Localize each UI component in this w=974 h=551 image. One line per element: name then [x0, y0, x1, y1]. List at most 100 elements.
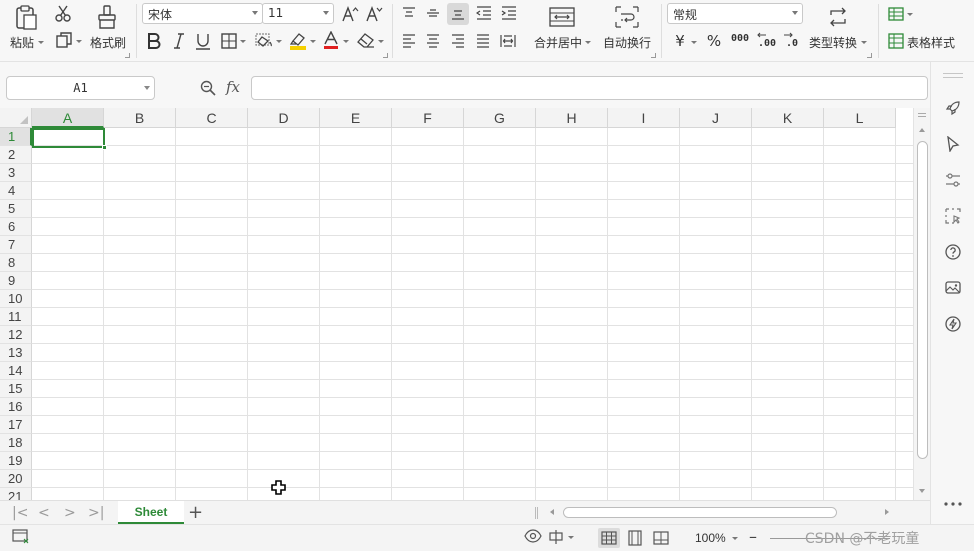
font-launcher-icon[interactable]: [383, 53, 388, 58]
font-color-button[interactable]: [320, 30, 342, 52]
table-style-button[interactable]: [886, 31, 906, 51]
underline-button[interactable]: [192, 30, 214, 52]
increase-indent-button[interactable]: [498, 3, 520, 23]
font-name-select[interactable]: 宋体: [142, 3, 263, 24]
column-header-j[interactable]: J: [680, 108, 752, 128]
number-launcher-icon[interactable]: [867, 53, 872, 58]
copy-button[interactable]: [52, 30, 76, 50]
properties-button[interactable]: [943, 170, 963, 190]
eye-protection-button[interactable]: [524, 529, 542, 543]
increase-font-button[interactable]: [339, 3, 361, 25]
scroll-up-icon[interactable]: [919, 128, 925, 132]
conditional-format-button[interactable]: [886, 4, 906, 24]
row-header-14[interactable]: 14: [0, 362, 32, 380]
row-header-21[interactable]: 21: [0, 488, 32, 500]
align-top-button[interactable]: [398, 3, 420, 23]
clear-format-dropdown-icon[interactable]: [378, 40, 384, 43]
thousands-separator-button[interactable]: 000: [728, 31, 752, 51]
select-objects-button[interactable]: [943, 134, 963, 154]
align-bottom-button[interactable]: [447, 3, 469, 25]
decrease-font-button[interactable]: [363, 3, 385, 25]
formula-input[interactable]: [251, 76, 928, 100]
cut-button[interactable]: [52, 4, 74, 24]
language-button[interactable]: [548, 529, 574, 545]
hscroll-split-handle[interactable]: [535, 507, 538, 519]
column-header-i[interactable]: I: [608, 108, 680, 128]
align-middle-button[interactable]: [422, 3, 444, 23]
highlight-button[interactable]: [286, 30, 310, 52]
row-header-15[interactable]: 15: [0, 380, 32, 398]
zoom-dropdown-icon[interactable]: [732, 537, 738, 540]
column-header-g[interactable]: G: [464, 108, 536, 128]
currency-button[interactable]: ¥: [670, 30, 690, 52]
column-header-a[interactable]: A: [32, 108, 104, 128]
paste-dropdown-icon[interactable]: [38, 41, 44, 44]
row-header-3[interactable]: 3: [0, 164, 32, 182]
clipboard-launcher-icon[interactable]: [125, 53, 130, 58]
row-header-2[interactable]: 2: [0, 146, 32, 164]
row-header-6[interactable]: 6: [0, 218, 32, 236]
row-header-11[interactable]: 11: [0, 308, 32, 326]
vertical-scroll-thumb[interactable]: [917, 141, 928, 459]
last-sheet-icon[interactable]: >|: [88, 505, 104, 521]
add-sheet-button[interactable]: +: [188, 502, 203, 523]
horizontal-scroll-thumb[interactable]: [563, 507, 837, 518]
zoom-level[interactable]: 100%: [695, 531, 726, 545]
row-header-8[interactable]: 8: [0, 254, 32, 272]
column-header-e[interactable]: E: [320, 108, 392, 128]
type-convert-button[interactable]: [824, 4, 852, 30]
row-header-19[interactable]: 19: [0, 452, 32, 470]
row-header-16[interactable]: 16: [0, 398, 32, 416]
fill-handle[interactable]: [102, 145, 107, 150]
paste-button[interactable]: [8, 4, 44, 32]
type-convert-dropdown-icon[interactable]: [861, 41, 867, 44]
bold-button[interactable]: [143, 30, 165, 52]
active-cell-selection[interactable]: [32, 128, 107, 150]
split-handle[interactable]: [918, 113, 926, 114]
first-sheet-icon[interactable]: |<: [12, 505, 28, 521]
vertical-scrollbar[interactable]: [913, 108, 930, 500]
decrease-indent-button[interactable]: [473, 3, 495, 23]
column-header-d[interactable]: D: [248, 108, 320, 128]
language-dropdown-icon[interactable]: [568, 536, 574, 539]
font-color-dropdown-icon[interactable]: [343, 40, 349, 43]
help-button[interactable]: [943, 242, 963, 262]
row-header-5[interactable]: 5: [0, 200, 32, 218]
wrap-text-button[interactable]: [612, 4, 642, 30]
highlight-dropdown-icon[interactable]: [310, 40, 316, 43]
align-left-button[interactable]: [398, 30, 420, 52]
column-header-h[interactable]: H: [536, 108, 608, 128]
justify-button[interactable]: [472, 30, 494, 52]
prev-sheet-icon[interactable]: <: [38, 505, 50, 521]
horizontal-scrollbar[interactable]: [545, 505, 895, 520]
row-header-17[interactable]: 17: [0, 416, 32, 434]
cell-fill-button[interactable]: [252, 30, 276, 52]
spreadsheet-grid[interactable]: ABCDEFGHIJKL 1 2 3 4 5 6 7 8 9 10 11 12 13 14 15 16 17 18…: [0, 108, 913, 500]
clear-format-button[interactable]: [354, 30, 378, 52]
cell-fill-dropdown-icon[interactable]: [276, 40, 282, 43]
selection-pane-button[interactable]: [943, 206, 963, 226]
distributed-align-button[interactable]: [497, 30, 519, 52]
column-header-f[interactable]: F: [392, 108, 464, 128]
scroll-down-icon[interactable]: [919, 489, 925, 493]
name-box[interactable]: A1: [6, 76, 155, 100]
scroll-right-icon[interactable]: [885, 509, 889, 515]
macro-record-button[interactable]: [12, 529, 30, 545]
row-header-10[interactable]: 10: [0, 290, 32, 308]
font-size-select[interactable]: 11: [262, 3, 334, 24]
insert-function-icon[interactable]: fx: [226, 78, 240, 96]
column-header-b[interactable]: B: [104, 108, 176, 128]
search-function-icon[interactable]: [200, 80, 216, 96]
next-sheet-icon[interactable]: >: [64, 505, 76, 521]
merge-center-button[interactable]: [546, 4, 578, 30]
percent-button[interactable]: %: [704, 30, 724, 52]
borders-dropdown-icon[interactable]: [240, 40, 246, 43]
currency-dropdown-icon[interactable]: [691, 41, 697, 44]
column-header-c[interactable]: C: [176, 108, 248, 128]
normal-view-button[interactable]: [598, 528, 620, 548]
row-header-13[interactable]: 13: [0, 344, 32, 362]
split-handle[interactable]: [918, 116, 926, 117]
row-header-9[interactable]: 9: [0, 272, 32, 290]
zoom-out-button[interactable]: –: [749, 527, 757, 546]
select-all-corner[interactable]: [0, 108, 32, 128]
